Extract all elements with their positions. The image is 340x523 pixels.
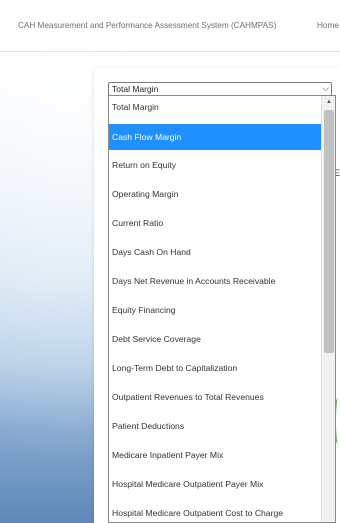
- dropdown-option[interactable]: Medicare Inpatient Payer Mix: [109, 442, 321, 468]
- triangle-up-icon[interactable]: ▲: [322, 96, 335, 108]
- dropdown-option[interactable]: Long-Term Debt to Capitalization: [109, 355, 321, 381]
- dropdown-scrollbar[interactable]: ▲: [321, 96, 335, 522]
- dropdown-option[interactable]: Current Ratio: [109, 210, 321, 236]
- dropdown-option[interactable]: Outpatient Revenues to Total Revenues: [109, 384, 321, 410]
- measure-select[interactable]: Total Margin ⌵: [108, 82, 332, 96]
- dropdown-option[interactable]: Hospital Medicare Outpatient Payer Mix: [109, 471, 321, 497]
- dropdown-option[interactable]: Days Cash On Hand: [109, 239, 321, 265]
- dropdown-option[interactable]: Return on Equity: [109, 152, 321, 178]
- chevron-down-icon[interactable]: ⌵: [322, 83, 329, 94]
- selected-value: Total Margin: [112, 84, 159, 94]
- app-title: CAH Measurement and Performance Assessme…: [18, 21, 277, 30]
- scrollbar-thumb[interactable]: [324, 110, 334, 353]
- dropdown-option[interactable]: Patient Deductions: [109, 413, 321, 439]
- dropdown-option[interactable]: Hospital Medicare Outpatient Cost to Cha…: [109, 500, 321, 522]
- dropdown-option[interactable]: Total Margin: [109, 96, 321, 118]
- dropdown-option[interactable]: Days Net Revenue in Accounts Receivable: [109, 268, 321, 294]
- dropdown-option[interactable]: Debt Service Coverage: [109, 326, 321, 352]
- measure-dropdown-list[interactable]: Total Margin Cash Flow Margin Return on …: [108, 95, 336, 523]
- home-link[interactable]: Home: [317, 21, 339, 30]
- top-navigation-bar: CAH Measurement and Performance Assessme…: [0, 0, 340, 52]
- dropdown-option[interactable]: Operating Margin: [109, 181, 321, 207]
- dropdown-option[interactable]: Equity Financing: [109, 297, 321, 323]
- dropdown-option-highlighted[interactable]: Cash Flow Margin: [109, 124, 321, 150]
